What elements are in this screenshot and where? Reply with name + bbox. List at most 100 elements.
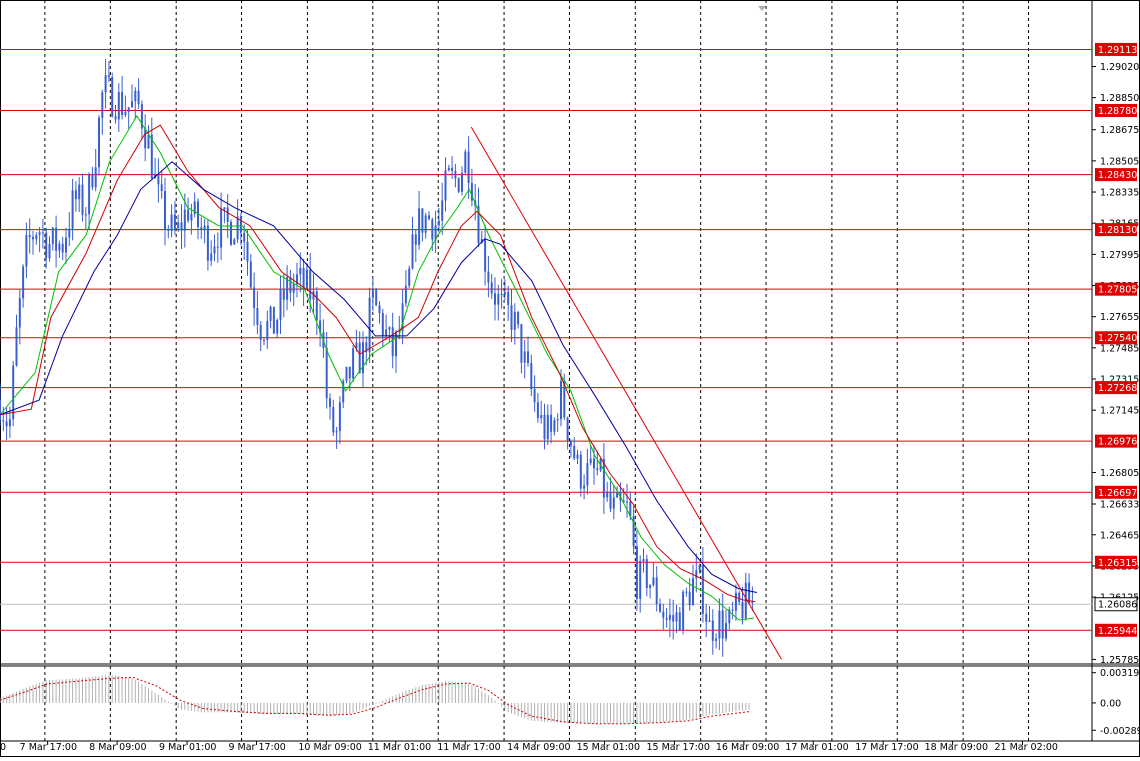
candle-body[interactable] — [226, 207, 229, 222]
candle-body[interactable] — [447, 167, 450, 171]
candle-body[interactable] — [124, 111, 127, 116]
candle-body[interactable] — [263, 339, 265, 341]
candle-body[interactable] — [276, 319, 279, 334]
candle-body[interactable] — [272, 306, 275, 334]
candle-body[interactable] — [725, 623, 727, 639]
candle-body[interactable] — [32, 236, 34, 240]
candle-body[interactable] — [302, 267, 305, 289]
candle-body[interactable] — [183, 209, 186, 231]
trading-chart[interactable]: 1.29020 1.28850 1.28675 1.28505 1.28335 1.281… — [0, 0, 1140, 757]
candle-body[interactable] — [368, 297, 371, 353]
candle-body[interactable] — [497, 293, 500, 305]
candle-body[interactable] — [2, 420, 5, 422]
candle-body[interactable] — [68, 228, 71, 238]
candle-body[interactable] — [358, 342, 361, 374]
candle-body[interactable] — [203, 225, 206, 230]
candle-body[interactable] — [230, 221, 232, 245]
candle-body[interactable] — [682, 591, 685, 630]
candle-body[interactable] — [28, 235, 31, 237]
candle-body[interactable] — [71, 190, 74, 229]
candle-body[interactable] — [0, 400, 1, 421]
candle-body[interactable] — [606, 491, 609, 498]
candle-body[interactable] — [114, 116, 117, 120]
candle-body[interactable] — [705, 613, 708, 622]
candle-body[interactable] — [589, 458, 592, 464]
candle-body[interactable] — [408, 268, 411, 286]
candle-body[interactable] — [309, 269, 312, 300]
candle-body[interactable] — [84, 214, 87, 216]
candle-body[interactable] — [239, 216, 242, 233]
candle-body[interactable] — [553, 420, 556, 432]
candle-body[interactable] — [527, 351, 529, 364]
candle-body[interactable] — [685, 591, 688, 593]
candle-body[interactable] — [325, 347, 328, 399]
candle-body[interactable] — [8, 419, 11, 427]
candle-body[interactable] — [378, 305, 381, 313]
candle-body[interactable] — [487, 271, 490, 283]
candle-body[interactable] — [94, 167, 97, 188]
candle-body[interactable] — [315, 291, 318, 321]
candle-body[interactable] — [25, 235, 28, 267]
candle-body[interactable] — [371, 289, 374, 298]
candle-body[interactable] — [550, 414, 553, 432]
candle-body[interactable] — [556, 419, 559, 421]
candle-body[interactable] — [655, 577, 658, 604]
candle-body[interactable] — [652, 577, 655, 586]
candle-body[interactable] — [517, 311, 520, 325]
candle-body[interactable] — [639, 561, 642, 599]
candle-body[interactable] — [187, 209, 190, 221]
candle-body[interactable] — [388, 327, 391, 330]
candle-body[interactable] — [692, 578, 694, 606]
candle-body[interactable] — [48, 243, 51, 259]
candle-body[interactable] — [464, 151, 467, 173]
candle-body[interactable] — [536, 402, 539, 419]
candle-body[interactable] — [391, 327, 394, 357]
candle-body[interactable] — [127, 107, 130, 112]
candle-body[interactable] — [134, 90, 137, 102]
candle-body[interactable] — [414, 234, 417, 245]
candle-body[interactable] — [345, 366, 348, 381]
candle-body[interactable] — [289, 277, 292, 293]
candle-body[interactable] — [428, 215, 430, 220]
candle-body[interactable] — [104, 75, 107, 93]
candle-body[interactable] — [688, 591, 691, 606]
candle-body[interactable] — [731, 609, 734, 611]
candle-body[interactable] — [741, 602, 744, 619]
candle-body[interactable] — [484, 238, 487, 272]
candle-body[interactable] — [160, 184, 163, 192]
candle-body[interactable] — [332, 406, 335, 433]
candle-body[interactable] — [457, 178, 460, 192]
candle-body[interactable] — [672, 615, 675, 622]
candle-body[interactable] — [421, 208, 424, 233]
candle-body[interactable] — [404, 285, 407, 304]
candle-body[interactable] — [546, 414, 549, 440]
candle-body[interactable] — [738, 592, 741, 603]
candle-body[interactable] — [348, 366, 351, 379]
candle-body[interactable] — [520, 324, 523, 363]
candle-body[interactable] — [642, 559, 645, 562]
candle-body[interactable] — [206, 225, 209, 261]
candle-body[interactable] — [566, 417, 569, 441]
candle-body[interactable] — [177, 222, 180, 229]
candle-body[interactable] — [74, 190, 77, 200]
candle-body[interactable] — [279, 289, 282, 320]
candle-body[interactable] — [385, 329, 388, 336]
candle-body[interactable] — [734, 592, 737, 611]
candle-body[interactable] — [107, 75, 110, 78]
candle-body[interactable] — [111, 77, 114, 117]
candle-body[interactable] — [65, 237, 67, 253]
candle-body[interactable] — [583, 485, 586, 489]
candle-body[interactable] — [292, 284, 295, 293]
candle-body[interactable] — [299, 267, 302, 275]
candle-body[interactable] — [98, 117, 100, 168]
candle-body[interactable] — [170, 214, 173, 231]
candle-body[interactable] — [375, 289, 378, 306]
candle-body[interactable] — [121, 92, 124, 116]
candle-body[interactable] — [503, 291, 506, 295]
candle-body[interactable] — [18, 298, 21, 328]
candle-body[interactable] — [15, 327, 18, 366]
candle-body[interactable] — [395, 331, 397, 357]
candle-body[interactable] — [223, 207, 226, 210]
candle-body[interactable] — [220, 209, 223, 248]
candle-body[interactable] — [662, 611, 665, 618]
